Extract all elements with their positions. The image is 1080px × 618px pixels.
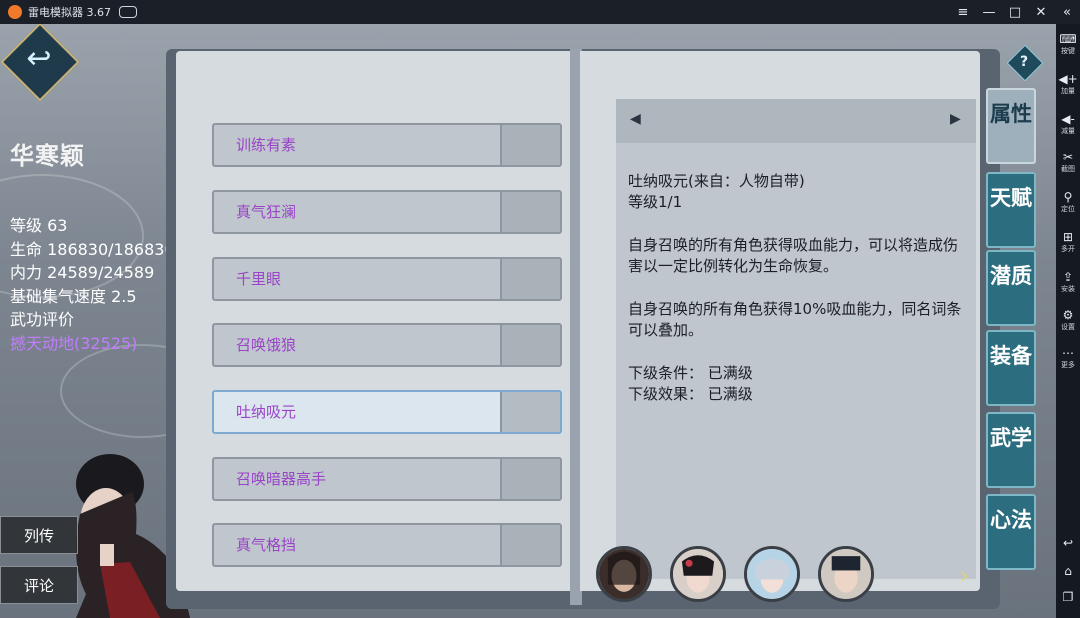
stat-hp: 生命 186830/186830 xyxy=(10,239,175,259)
comment-button[interactable]: 评论 xyxy=(0,566,78,604)
sidebar-item-install[interactable]: ⇪ 安装 xyxy=(1056,270,1080,294)
detail-level: 等级1/1 xyxy=(628,193,683,211)
tab-potential[interactable]: 潜质 xyxy=(986,250,1036,326)
sidebar-item-back[interactable]: ↩ xyxy=(1056,536,1080,550)
back-icon: ↩ xyxy=(1062,536,1074,550)
sidebar-item-keyboard[interactable]: ⌨ 按键 xyxy=(1056,32,1080,56)
sidebar-item-home[interactable]: ⌂ xyxy=(1056,564,1080,578)
multi-open-icon: ⊞ xyxy=(1062,230,1074,244)
detail-header: ◀ ▶ xyxy=(616,99,976,143)
home-icon: ⌂ xyxy=(1064,564,1072,578)
sidebar-item-more[interactable]: ⋯ 更多 xyxy=(1056,346,1080,370)
biography-button[interactable]: 列传 xyxy=(0,516,78,554)
stat-rating-value: 撼天动地(32525) xyxy=(10,333,138,353)
character-name: 华寒颖 xyxy=(10,142,85,170)
skill-item[interactable]: 训练有素 xyxy=(212,123,562,167)
page-next-icon[interactable]: › xyxy=(960,564,969,589)
detail-text: 吐纳吸元(来自：人物自带) 等级1/1 自身召唤的所有角色获得吸血能力，可以将造成… xyxy=(628,171,968,427)
next-skill-icon[interactable]: ▶ xyxy=(950,111,961,127)
sidebar-item-volume-up[interactable]: ◀+ 加量 xyxy=(1056,72,1080,96)
skill-item[interactable]: 召唤饿狼 xyxy=(212,323,562,367)
more-icon: ⋯ xyxy=(1062,346,1074,360)
back-arrow-icon: ↩ xyxy=(26,41,52,76)
skill-item[interactable]: 千里眼 xyxy=(212,257,562,301)
collapse-sidebar-icon[interactable]: « xyxy=(1054,0,1080,24)
settings-icon: ⚙ xyxy=(1062,308,1074,322)
scissors-icon: ✂ xyxy=(1062,150,1074,164)
tab-equipment[interactable]: 装备 xyxy=(986,330,1036,406)
detail-next-condition: 下级条件： 已满级 xyxy=(628,364,753,382)
emulator-sidebar: ⌨ 按键 ◀+ 加量 ◀- 减量 ✂ 截图 ⚲ 定位 ⊞ 多开 ⇪ 安装 ⚙ 设置 ⋯ 更多 ↩ … xyxy=(1056,24,1080,618)
stat-qi-speed: 基础集气速度 2.5 xyxy=(10,286,137,306)
close-icon[interactable]: ✕ xyxy=(1028,0,1054,24)
team-avatar[interactable] xyxy=(818,546,874,602)
tab-martial-arts[interactable]: 武学 xyxy=(986,412,1036,488)
emulator-titlebar: 雷电模拟器 3.67 ≡ — □ ✕ « xyxy=(0,0,1080,24)
skill-list-page: 训练有素 真气狂澜 千里眼 召唤饿狼 吐纳吸元 召唤暗器高手 真气格挡 xyxy=(176,51,572,591)
sidebar-item-multi-open[interactable]: ⊞ 多开 xyxy=(1056,230,1080,254)
game-screen: ↩ 华寒颖 等级 63 生命 186830/186830 内力 24589/24… xyxy=(0,24,1056,618)
skill-item[interactable]: 真气狂澜 xyxy=(212,190,562,234)
tab-talent[interactable]: 天赋 xyxy=(986,172,1036,248)
recent-icon: ❐ xyxy=(1062,590,1074,604)
prev-skill-icon[interactable]: ◀ xyxy=(630,111,641,127)
detail-title: 吐纳吸元(来自：人物自带) xyxy=(628,172,805,190)
location-icon: ⚲ xyxy=(1063,190,1073,204)
team-avatar[interactable] xyxy=(670,546,726,602)
talent-book: 训练有素 真气狂澜 千里眼 召唤饿狼 吐纳吸元 召唤暗器高手 真气格挡 ◀ ▶ … xyxy=(166,49,1000,609)
detail-description-1: 自身召唤的所有角色获得吸血能力，可以将造成伤害以一定比例转化为生命恢复。 xyxy=(628,236,959,275)
team-avatar[interactable] xyxy=(744,546,800,602)
sidebar-item-location[interactable]: ⚲ 定位 xyxy=(1056,190,1080,214)
gamepad-icon[interactable] xyxy=(119,6,137,18)
stat-rating-label: 武功评价 xyxy=(10,310,75,329)
help-icon: ? xyxy=(1019,54,1029,70)
skill-item[interactable]: 召唤暗器高手 xyxy=(212,457,562,501)
volume-down-icon: ◀- xyxy=(1061,112,1075,126)
menu-icon[interactable]: ≡ xyxy=(950,0,976,24)
skill-item[interactable]: 真气格挡 xyxy=(212,523,562,567)
window-controls: ≡ — □ ✕ « xyxy=(950,0,1080,24)
minimize-icon[interactable]: — xyxy=(976,0,1002,24)
tab-attributes[interactable]: 属性 xyxy=(986,88,1036,164)
skill-detail-page: ◀ ▶ 吐纳吸元(来自：人物自带) 等级1/1 自身召唤的所有角色获得吸血能力，可… xyxy=(580,51,980,591)
window-title: 雷电模拟器 3.67 xyxy=(28,6,111,19)
tab-inner-skill[interactable]: 心法 xyxy=(986,494,1036,570)
sidebar-item-volume-down[interactable]: ◀- 减量 xyxy=(1056,112,1080,136)
stat-mp: 内力 24589/24589 xyxy=(10,263,155,282)
sidebar-item-settings[interactable]: ⚙ 设置 xyxy=(1056,308,1080,332)
detail-next-effect: 下级效果： 已满级 xyxy=(628,385,753,403)
maximize-icon[interactable]: □ xyxy=(1002,0,1028,24)
install-icon: ⇪ xyxy=(1062,270,1074,284)
stat-level: 等级 63 xyxy=(10,216,68,235)
sidebar-item-recent[interactable]: ❐ xyxy=(1056,590,1080,604)
detail-description-2: 自身召唤的所有角色获得10%吸血能力，同名词条可以叠加。 xyxy=(628,300,962,339)
skill-item-selected[interactable]: 吐纳吸元 xyxy=(212,390,562,434)
app-logo-icon xyxy=(8,5,22,19)
keyboard-icon: ⌨ xyxy=(1059,32,1077,46)
sidebar-item-screenshot[interactable]: ✂ 截图 xyxy=(1056,150,1080,174)
skill-detail-panel: ◀ ▶ 吐纳吸元(来自：人物自带) 等级1/1 自身召唤的所有角色获得吸血能力，可… xyxy=(616,99,976,579)
volume-up-icon: ◀+ xyxy=(1058,72,1078,86)
team-avatar[interactable] xyxy=(596,546,652,602)
character-stats: 等级 63 生命 186830/186830 内力 24589/24589 基础… xyxy=(10,214,175,355)
